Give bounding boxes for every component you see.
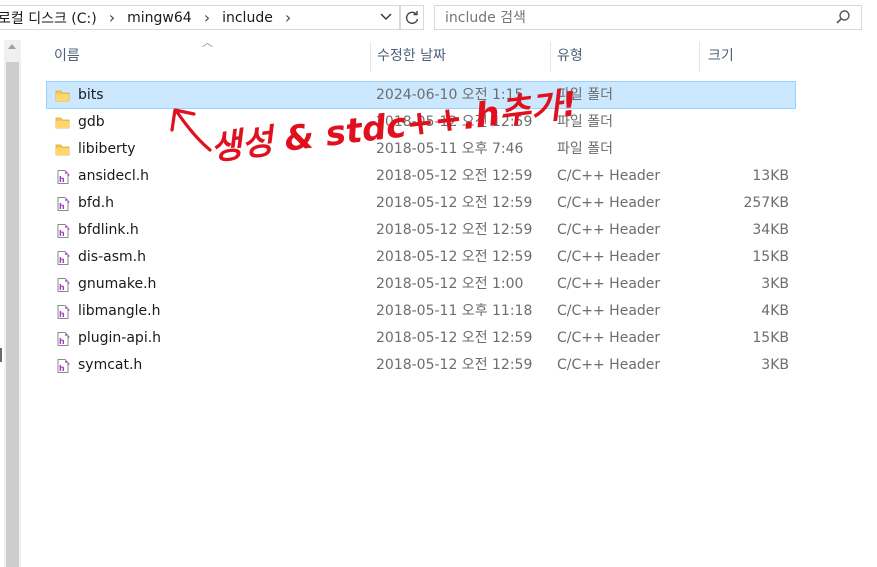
header-file-icon: h <box>55 222 71 238</box>
file-type: 파일 폴더 <box>557 114 613 130</box>
file-name: plugin-api.h <box>78 330 162 346</box>
column-divider[interactable] <box>550 42 551 72</box>
file-type: 파일 폴더 <box>557 141 613 157</box>
search-box[interactable] <box>434 5 862 30</box>
file-date: 2018-05-11 오후 11:18 <box>376 303 533 319</box>
file-name: dis-asm.h <box>78 249 146 265</box>
file-type: 파일 폴더 <box>557 87 613 103</box>
file-date: 2018-05-12 오전 12:59 <box>376 168 533 184</box>
file-date: 2024-06-10 오전 1:15 <box>376 87 524 103</box>
file-date: 2018-05-11 오후 7:46 <box>376 141 524 157</box>
file-name: gdb <box>78 114 105 130</box>
file-size: 4KB <box>761 303 789 319</box>
scrollbar[interactable] <box>4 40 21 567</box>
file-type: C/C++ Header <box>557 168 661 184</box>
file-size: 3KB <box>761 357 789 373</box>
chevron-down-icon[interactable] <box>379 9 393 27</box>
svg-text:h: h <box>59 202 65 211</box>
file-name: gnumake.h <box>78 276 157 292</box>
table-row[interactable]: h ansidecl.h 2018-05-12 오전 12:59 C/C++ Head… <box>47 163 795 189</box>
pane-edge <box>0 348 2 362</box>
header-file-icon: h <box>55 303 71 319</box>
header-file-icon: h <box>55 249 71 265</box>
column-date[interactable]: 수정한 날짜 <box>377 40 446 72</box>
file-size: 15KB <box>752 330 789 346</box>
file-date: 2018-05-12 오전 12:59 <box>376 195 533 211</box>
header-file-icon: h <box>55 195 71 211</box>
file-size: 3KB <box>761 276 789 292</box>
table-row[interactable]: gdb 2018-05-12 오전 12:59 파일 폴더 <box>47 109 795 135</box>
file-name: bits <box>78 87 104 103</box>
breadcrumb-mingw64[interactable]: mingw64 <box>127 10 194 26</box>
file-date: 2018-05-12 오전 12:59 <box>376 222 533 238</box>
header-file-icon: h <box>55 330 71 346</box>
file-name: bfd.h <box>78 195 115 211</box>
table-row[interactable]: h libmangle.h 2018-05-11 오후 11:18 C/C++ Hea… <box>47 298 795 324</box>
file-date: 2018-05-12 오전 12:59 <box>376 114 533 130</box>
chevron-right-icon[interactable]: › <box>285 8 291 27</box>
file-type: C/C++ Header <box>557 330 661 346</box>
file-type: C/C++ Header <box>557 357 661 373</box>
file-type: C/C++ Header <box>557 222 661 238</box>
file-size: 13KB <box>752 168 789 184</box>
table-row[interactable]: h bfd.h 2018-05-12 오전 12:59 C/C++ Header 257… <box>47 190 795 216</box>
svg-text:h: h <box>59 256 65 265</box>
file-date: 2018-05-12 오전 1:00 <box>376 276 524 292</box>
file-size: 15KB <box>752 249 789 265</box>
header-file-icon: h <box>55 168 71 184</box>
chevron-right-icon[interactable]: › <box>204 8 210 27</box>
table-row[interactable]: h gnumake.h 2018-05-12 오전 1:00 C/C++ Header… <box>47 271 795 297</box>
table-row[interactable]: h dis-asm.h 2018-05-12 오전 12:59 C/C++ Heade… <box>47 244 795 270</box>
search-input[interactable] <box>443 8 827 27</box>
column-divider[interactable] <box>370 42 371 72</box>
scrollbar-thumb[interactable] <box>6 62 19 567</box>
file-name: ansidecl.h <box>78 168 150 184</box>
file-name: bfdlink.h <box>78 222 139 238</box>
column-type[interactable]: 유형 <box>557 40 583 72</box>
column-size[interactable]: 크기 <box>708 40 734 72</box>
sort-ascending-icon: ︿ <box>202 36 213 49</box>
refresh-icon <box>405 10 419 24</box>
file-type: C/C++ Header <box>557 249 661 265</box>
chevron-right-icon[interactable]: › <box>109 8 115 27</box>
file-date: 2018-05-12 오전 12:59 <box>376 330 533 346</box>
column-divider[interactable] <box>699 42 700 72</box>
address-bar[interactable]: 로컬 디스크 (C:) › mingw64 › include › <box>0 5 400 30</box>
breadcrumb-local-disk[interactable]: 로컬 디스크 (C:) <box>0 8 99 28</box>
svg-text:h: h <box>59 337 65 346</box>
file-size: 257KB <box>743 195 789 211</box>
header-file-icon: h <box>55 357 71 373</box>
column-name[interactable]: 이름 <box>54 40 80 72</box>
svg-text:h: h <box>59 283 65 292</box>
table-row[interactable]: bits 2024-06-10 오전 1:15 파일 폴더 <box>46 81 796 109</box>
breadcrumb-include[interactable]: include <box>222 10 275 26</box>
file-date: 2018-05-12 오전 12:59 <box>376 357 533 373</box>
scroll-up-arrow-icon[interactable] <box>8 44 16 49</box>
file-date: 2018-05-12 오전 12:59 <box>376 249 533 265</box>
file-type: C/C++ Header <box>557 303 661 319</box>
svg-text:h: h <box>59 310 65 319</box>
table-row[interactable]: h symcat.h 2018-05-12 오전 12:59 C/C++ Header… <box>47 352 795 378</box>
svg-text:h: h <box>59 364 65 373</box>
file-name: libiberty <box>78 141 136 157</box>
file-type: C/C++ Header <box>557 276 661 292</box>
table-row[interactable]: h plugin-api.h 2018-05-12 오전 12:59 C/C++ He… <box>47 325 795 351</box>
folder-icon <box>55 114 71 130</box>
folder-icon <box>55 141 71 157</box>
folder-icon <box>55 87 71 103</box>
svg-text:h: h <box>59 175 65 184</box>
column-header: ︿ 이름 수정한 날짜 유형 크기 <box>48 36 798 72</box>
file-size: 34KB <box>752 222 789 238</box>
table-row[interactable]: h bfdlink.h 2018-05-12 오전 12:59 C/C++ Heade… <box>47 217 795 243</box>
file-type: C/C++ Header <box>557 195 661 211</box>
svg-text:h: h <box>59 229 65 238</box>
file-name: symcat.h <box>78 357 143 373</box>
search-icon[interactable] <box>835 9 851 29</box>
table-row[interactable]: libiberty 2018-05-11 오후 7:46 파일 폴더 <box>47 136 795 162</box>
refresh-button[interactable] <box>400 5 424 30</box>
header-file-icon: h <box>55 276 71 292</box>
file-name: libmangle.h <box>78 303 161 319</box>
